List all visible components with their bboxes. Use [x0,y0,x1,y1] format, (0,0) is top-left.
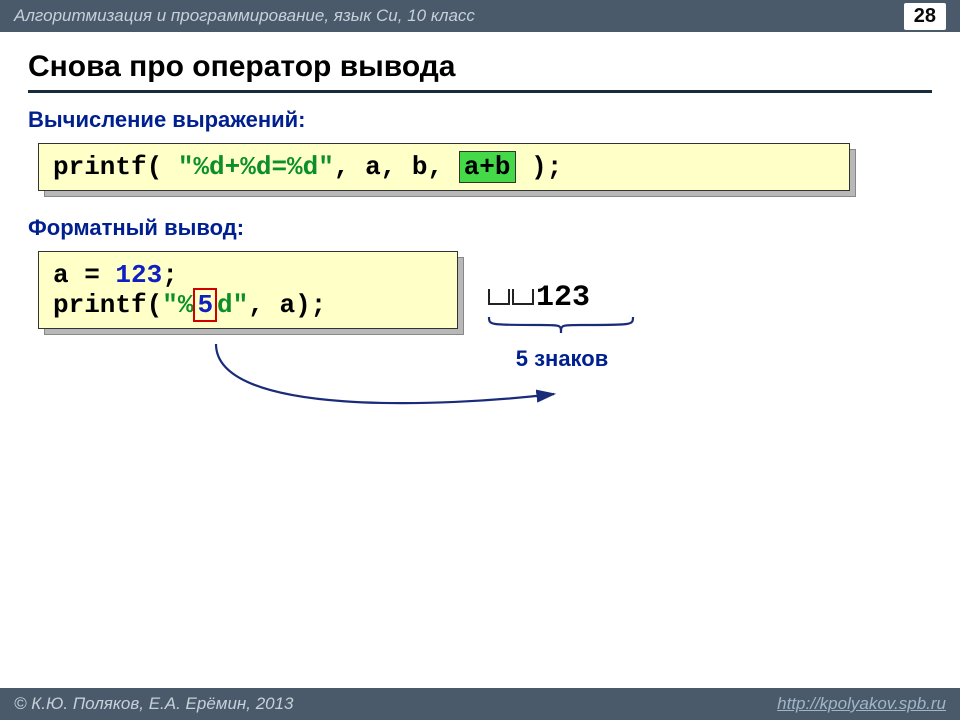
course-label: Алгоритмизация и программирование, язык … [14,6,475,26]
code2-l2b: , a); [248,290,326,320]
code1-p3: ); [516,152,563,182]
codeblock2: a = 123; printf("%5d", a); [38,251,458,329]
code2-l1b: ; [162,260,178,290]
code1-p2: , a, b, [334,152,459,182]
code2-l2-fmt1: "% [162,290,193,320]
brace-icon [486,315,646,339]
code2-l2-fmt2: d" [217,290,248,320]
codeblock1: printf( "%d+%d=%d", a, b, a+b ); [38,143,850,191]
output-sample: 123 [488,281,646,315]
code1-fmt: "%d+%d=%d" [178,152,334,182]
code2-width-spec: 5 [193,288,217,322]
code2-l1a: a = [53,260,115,290]
code1-highlight: a+b [459,151,516,183]
copyright: © К.Ю. Поляков, Е.А. Ерёмин, 2013 [14,694,294,714]
code1-p1: printf( [53,152,178,182]
section1-heading: Вычисление выражений: [0,103,960,143]
title-rule [28,90,932,93]
page-number: 28 [904,3,946,30]
section2-heading: Форматный вывод: [0,191,960,251]
header-bar: Алгоритмизация и программирование, язык … [0,0,960,32]
code2-l1-num: 123 [115,260,162,290]
code2-l2a: printf( [53,290,162,320]
brace-group: 5 знаков [458,315,646,372]
footer-url: http://kpolyakov.spb.ru [777,694,946,714]
annotation-label: 5 знаков [478,346,646,372]
slide-title: Снова про оператор вывода [0,32,960,90]
footer-bar: © К.Ю. Поляков, Е.А. Ерёмин, 2013 http:/… [0,688,960,720]
space-marker [488,289,510,305]
output-value: 123 [536,281,590,315]
space-marker [512,289,534,305]
